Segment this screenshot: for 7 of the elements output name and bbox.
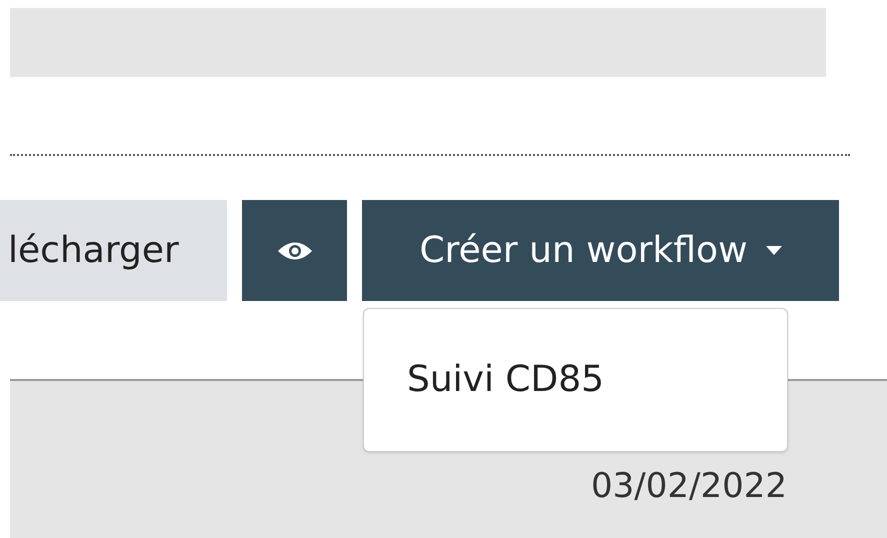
menu-item[interactable]: Suivi CD85: [364, 353, 787, 407]
date-cell-text: 03/02/2022: [590, 465, 787, 508]
caret-icon: [766, 246, 782, 255]
preview-button[interactable]: [242, 200, 347, 301]
create-workflow-button[interactable]: Créer un workflow: [362, 200, 839, 301]
download-button[interactable]: lécharger: [0, 200, 227, 301]
eye-icon: [276, 240, 312, 262]
